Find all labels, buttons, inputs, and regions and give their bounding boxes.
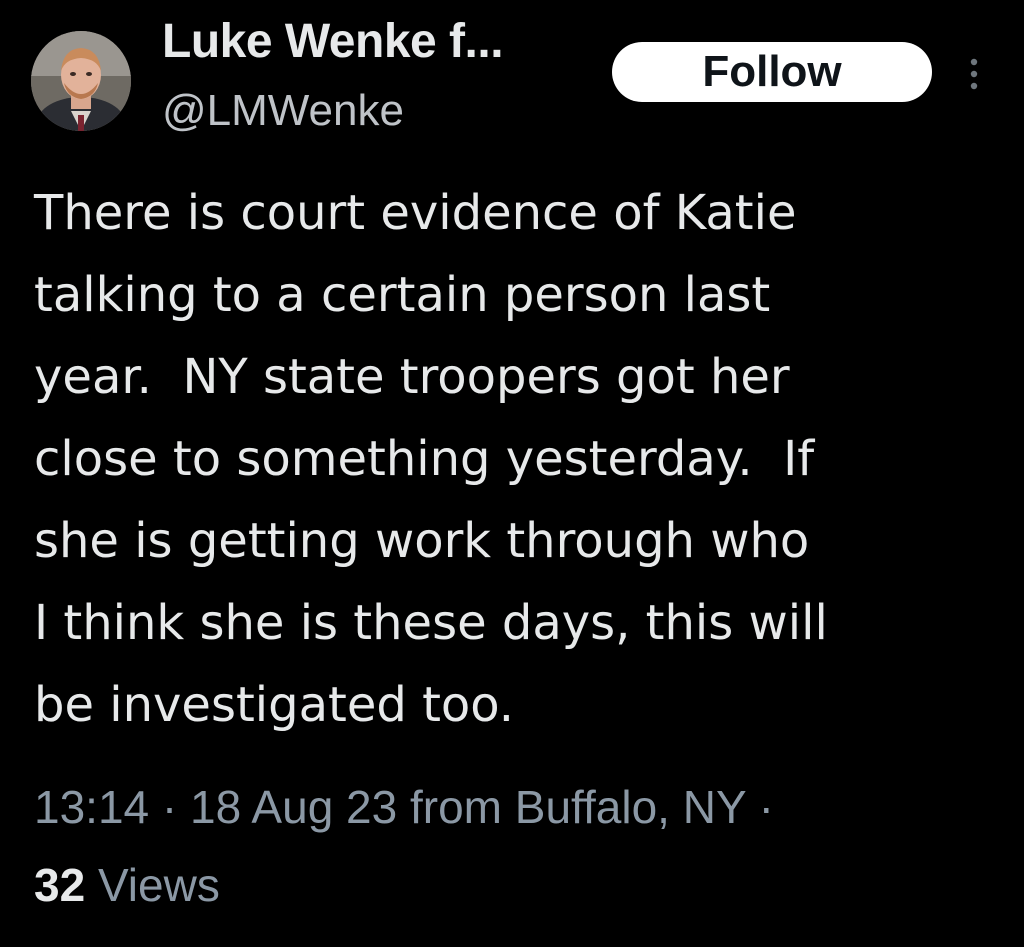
tweet-card: Luke Wenke f... @LMWenke Follow There is…	[0, 0, 1024, 947]
tweet-text-line: I think she is these days, this will	[34, 595, 828, 651]
follow-button[interactable]: Follow	[612, 42, 932, 102]
tweet-text-line: be investigated too.	[34, 677, 515, 733]
author-avatar[interactable]	[31, 31, 131, 131]
views-count: 32	[34, 859, 86, 911]
tweet-views: 32 Views	[34, 858, 220, 912]
meta-trailing-separator: ·	[745, 781, 774, 833]
avatar-image	[31, 31, 131, 131]
vertical-ellipsis-icon	[970, 58, 978, 90]
meta-separator: ·	[149, 781, 191, 833]
tweet-text-line: close to something yesterday. If	[34, 431, 815, 487]
tweet-location: from Buffalo, NY	[397, 781, 746, 833]
tweet-text-line: she is getting work through who	[34, 513, 810, 569]
more-options-button[interactable]	[958, 52, 990, 96]
author-name[interactable]: Luke Wenke f...	[162, 14, 504, 69]
views-label: Views	[85, 859, 220, 911]
tweet-text-line: There is court evidence of Katie	[34, 185, 797, 241]
tweet-metadata: 13:14 · 18 Aug 23 from Buffalo, NY ·	[34, 780, 774, 834]
tweet-text-line: year. NY state troopers got her	[34, 349, 790, 405]
tweet-time[interactable]: 13:14	[34, 781, 149, 833]
tweet-date[interactable]: 18 Aug 23	[190, 781, 397, 833]
author-handle[interactable]: @LMWenke	[162, 86, 404, 136]
tweet-text-line: talking to a certain person last	[34, 267, 771, 323]
tweet-text: There is court evidence of Katie talking…	[34, 172, 994, 746]
